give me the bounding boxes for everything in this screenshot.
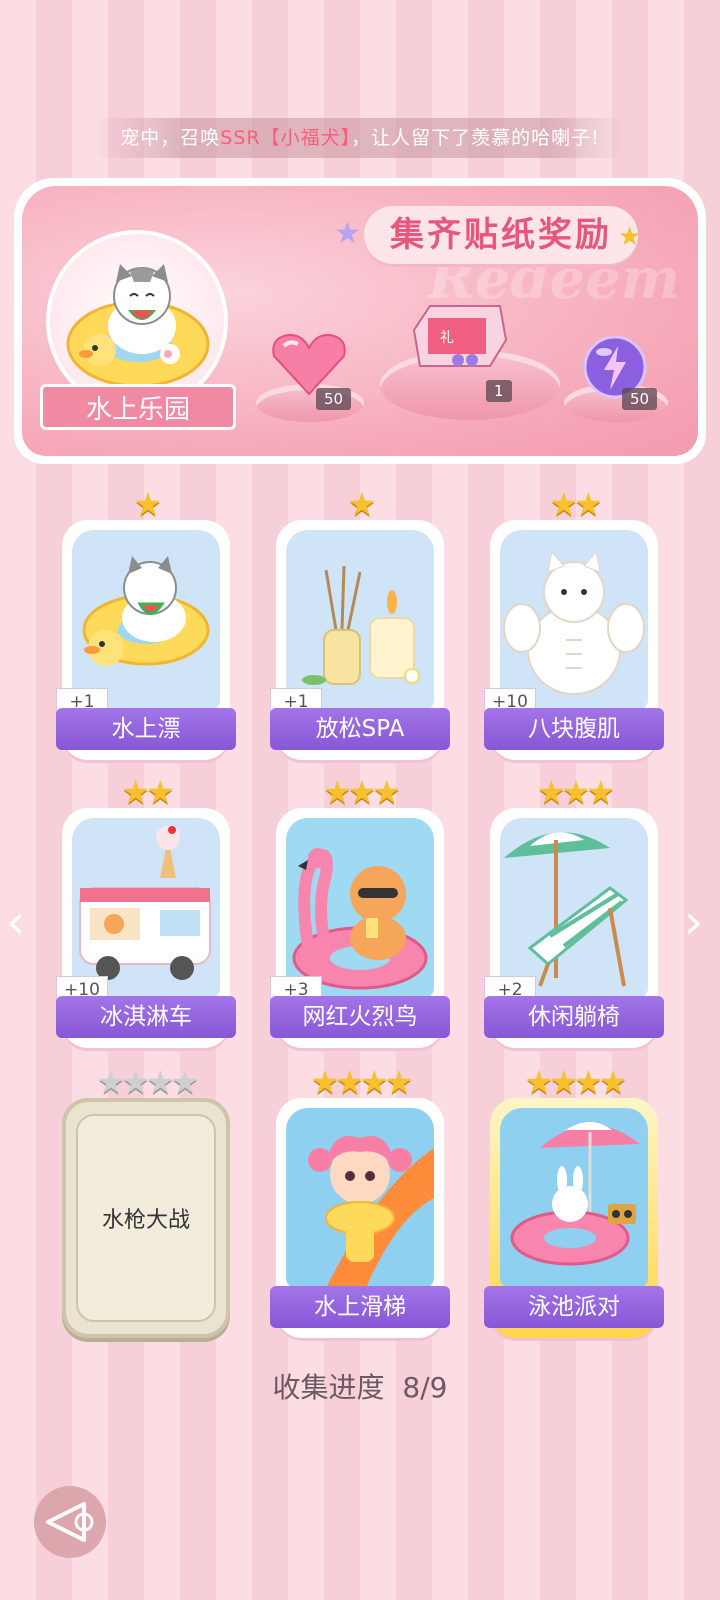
sticker-image (72, 530, 220, 710)
card-label: 水上漂 (56, 708, 236, 750)
locked-card-frame: 水枪大战 (62, 1098, 230, 1338)
star-rating: ★★★★ (310, 1063, 414, 1101)
star-rating: ★★ (549, 485, 602, 523)
star-rating: ★ (133, 485, 163, 523)
star-decoration-icon: ★ (334, 216, 361, 251)
card-label: 水枪大战 (101, 1208, 190, 1233)
card-label: 网红火烈鸟 (270, 996, 450, 1038)
back-arrow-icon (46, 1502, 94, 1542)
star-rating: ★★★ (536, 773, 615, 811)
svg-text:礼: 礼 (440, 330, 454, 346)
star-rating: ★★★★ (96, 1063, 200, 1101)
marquee-highlight: SSR【小福犬】 (220, 127, 352, 149)
card-label: 休闲躺椅 (484, 996, 664, 1038)
marquee-text-end: ，让人留下了羡慕的哈喇子! (351, 127, 600, 149)
star-rating: ★ (347, 485, 377, 523)
star-rating: ★★ (121, 773, 174, 811)
chevron-left-icon[interactable]: ‹ (6, 898, 25, 946)
sticker-card-water-slide[interactable]: ★★★★ 水上滑梯 (270, 1064, 450, 1338)
banner-title: 集齐贴纸奖励 (364, 206, 638, 264)
back-button[interactable] (34, 1486, 106, 1558)
gift-box-icon[interactable]: 礼 (410, 300, 510, 380)
reward-count: 50 (622, 388, 658, 410)
star-decoration-icon: ★ (618, 222, 642, 252)
sticker-image (286, 818, 434, 998)
reward-count: 1 (486, 380, 512, 402)
theme-label: 水上乐园 (40, 384, 236, 430)
sticker-image (500, 818, 648, 998)
card-label: 冰淇淋车 (56, 996, 236, 1038)
marquee-text: 宠中，召唤 (120, 127, 221, 149)
progress-label: 收集进度 (272, 1371, 385, 1404)
card-label: 八块腹肌 (484, 708, 664, 750)
collection-progress: 收集进度 8/9 (0, 1366, 720, 1406)
sticker-image (286, 1108, 434, 1288)
sticker-image (500, 1108, 648, 1288)
sticker-card-flamingo[interactable]: ★★★ +3 网红火烈鸟 (270, 774, 450, 1048)
reward-count: 50 (316, 388, 352, 410)
star-rating: ★★★ (322, 773, 401, 811)
sticker-card-water-gun-locked[interactable]: ★★★★ 水枪大战 (62, 1064, 230, 1338)
sticker-card-spa[interactable]: ★ +1 放松SPA (270, 486, 450, 760)
chevron-right-icon[interactable]: › (684, 898, 703, 946)
card-label: 泳池派对 (484, 1286, 664, 1328)
sticker-image (72, 818, 220, 998)
sticker-card-water-float[interactable]: ★ +1 水上漂 (56, 486, 236, 760)
sticker-card-ice-cream-truck[interactable]: ★★ +10 冰淇淋车 (56, 774, 236, 1048)
sticker-card-lounge-chair[interactable]: ★★★ +2 休闲躺椅 (484, 774, 664, 1048)
progress-value: 8/9 (402, 1371, 448, 1404)
sticker-card-abs[interactable]: ★★ +10 八块腹肌 (484, 486, 664, 760)
sticker-image (500, 530, 648, 710)
card-label: 放松SPA (270, 708, 450, 750)
card-label: 水上滑梯 (270, 1286, 450, 1328)
announcement-marquee: 宠中，召唤SSR【小福犬】，让人留下了羡慕的哈喇子! (95, 118, 625, 158)
sticker-image (286, 530, 434, 710)
sticker-card-pool-party[interactable]: ★★★★ 泳池派对 (484, 1064, 664, 1338)
star-rating: ★★★★ (524, 1063, 628, 1101)
